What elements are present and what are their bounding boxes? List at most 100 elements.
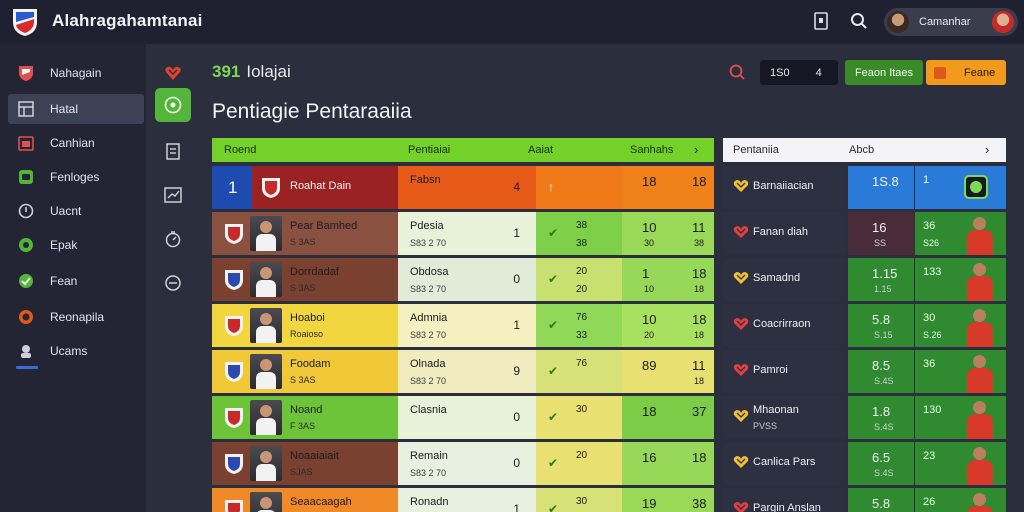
- table-row[interactable]: Noaaiaiait SJAS Remain S83 2 70 0 ✔ 20 1…: [212, 442, 714, 485]
- document-icon[interactable]: [155, 134, 191, 168]
- column-header[interactable]: Roend: [224, 144, 256, 156]
- player-odds-cell[interactable]: 133: [915, 258, 1006, 301]
- odds-cell[interactable]: 1.15 1.15: [848, 258, 914, 301]
- stat-value: 18: [642, 404, 657, 419]
- users-icon: [16, 341, 36, 361]
- sidebar-item-0[interactable]: Nahagain: [8, 58, 144, 88]
- player-photo: [250, 308, 282, 343]
- odds-cell[interactable]: 6.5 S.4S: [848, 442, 914, 485]
- counter-pill[interactable]: 1S0 4: [760, 60, 838, 85]
- search-icon[interactable]: [848, 10, 870, 32]
- club-badge-icon: [964, 175, 988, 199]
- filter-search-icon[interactable]: [727, 62, 747, 82]
- panel-row[interactable]: Samadnd 1.15 1.15 133: [723, 258, 1006, 301]
- team-cell: Fanan diah: [723, 212, 847, 255]
- form-value: 20: [576, 266, 588, 277]
- opponent-name: Clasnia: [410, 404, 447, 416]
- panel-column-header[interactable]: Pentaniia: [733, 144, 779, 156]
- sidebar-item-3[interactable]: Fenloges: [8, 162, 144, 192]
- form-value: 76: [576, 312, 588, 323]
- chevron-right-icon[interactable]: ›: [694, 142, 698, 157]
- section-label: Iolajai: [246, 62, 291, 81]
- athlete-photo: [961, 214, 1001, 255]
- player-odds-value: 130: [923, 404, 942, 416]
- odds-cell[interactable]: 5.8 S.15: [848, 304, 914, 347]
- odds-cell[interactable]: 16 SS: [848, 212, 914, 255]
- sidebar-item-2[interactable]: Canhian: [8, 128, 144, 158]
- sidebar: Nahagain Hatal Canhian Fenloges Uacnt Ep…: [0, 44, 146, 512]
- form-mark-icon: ✔: [548, 456, 559, 470]
- panel-column-header[interactable]: Abcb: [849, 144, 874, 156]
- odds-cell[interactable]: 5.8: [848, 488, 914, 512]
- panel-row[interactable]: Pamroi 8.5 S.4S 36: [723, 350, 1006, 393]
- gear-icon: [16, 235, 36, 255]
- team-cell: Coacrirraon: [723, 304, 847, 347]
- player-cell: Seaacaagah: [212, 488, 398, 512]
- column-header[interactable]: Pentiaiai: [408, 144, 450, 156]
- sidebar-item-8[interactable]: Ucams: [8, 336, 144, 366]
- table-row[interactable]: 1 Roahat Dain Fabsn 4 ↑ 18 18: [212, 166, 714, 209]
- player-odds-cell[interactable]: 130: [915, 396, 1006, 439]
- athlete-photo: [961, 352, 1001, 393]
- opponent-subtext: S83 2 70: [410, 376, 447, 386]
- player-photo: [250, 446, 282, 481]
- sidebar-item-1[interactable]: Hatal: [8, 94, 144, 124]
- player-odds-cell[interactable]: 36: [915, 350, 1006, 393]
- table-row[interactable]: Foodam S 3AS Olnada S83 2 70 9 ✔ 76 89 1…: [212, 350, 714, 393]
- stat-value: 38: [692, 496, 707, 511]
- panel-row[interactable]: Mhaonan PVSS 1.8 S.4S 130: [723, 396, 1006, 439]
- ball-icon[interactable]: [155, 88, 191, 122]
- odds-subvalue: S.4S: [874, 468, 894, 478]
- panel-row[interactable]: Canlica Pars 6.5 S.4S 23: [723, 442, 1006, 485]
- sidebar-item-6[interactable]: Fean: [8, 266, 144, 296]
- stat-subvalue: 18: [694, 284, 705, 294]
- player-odds-cell[interactable]: 26: [915, 488, 1006, 512]
- table-row[interactable]: Noand F 3AS Clasnia 0 ✔ 30 18 37: [212, 396, 714, 439]
- sidebar-divider: [16, 366, 38, 369]
- filter-button[interactable]: Feaon Itaes: [845, 60, 923, 85]
- player-odds-cell[interactable]: 1: [915, 166, 1006, 209]
- column-header[interactable]: Aaiat: [528, 144, 553, 156]
- table-row[interactable]: Seaacaagah Ronadn 1 ✔ 30 19 38: [212, 488, 714, 512]
- sidebar-item-5[interactable]: Epak: [8, 230, 144, 260]
- table-row[interactable]: Pear Bamhed S 3AS Pdesia S83 2 70 1 ✔ 38…: [212, 212, 714, 255]
- odds-subvalue: S.4S: [874, 376, 894, 386]
- panel-row[interactable]: Fanan diah 16 SS 36 S26: [723, 212, 1006, 255]
- circle-outline-icon[interactable]: [155, 266, 191, 300]
- column-header[interactable]: Sanhahs: [630, 144, 673, 156]
- form-cell: ✔ 76 33: [536, 304, 622, 347]
- player-odds-cell[interactable]: 30 S.26: [915, 304, 1006, 347]
- panel-row[interactable]: Barnaiiacian 1S.8 1: [723, 166, 1006, 209]
- odds-cell[interactable]: 8.5 S.4S: [848, 350, 914, 393]
- heart-icon[interactable]: [155, 56, 191, 90]
- form-value: 20: [576, 450, 588, 461]
- club-crest-icon: [225, 454, 243, 474]
- sidebar-item-4[interactable]: Uacnt: [8, 196, 144, 226]
- form-value: 76: [576, 358, 588, 369]
- opponent-name: Remain: [410, 450, 448, 462]
- chart-icon[interactable]: [155, 178, 191, 212]
- table-row[interactable]: Hoaboi Roaioso Admnia S83 2 70 1 ✔ 76 33…: [212, 304, 714, 347]
- odds-cell[interactable]: 1S.8: [848, 166, 914, 209]
- player-subtext: S 3AS: [290, 237, 316, 247]
- bookmark-icon[interactable]: [810, 10, 832, 32]
- panel-row[interactable]: Pargin Anslan 5.8 26: [723, 488, 1006, 512]
- player-odds-cell[interactable]: 23: [915, 442, 1006, 485]
- user-menu[interactable]: Camanhar: [884, 8, 1018, 36]
- form-mark-icon: ✔: [548, 364, 559, 378]
- panel-row[interactable]: Coacrirraon 5.8 S.15 30 S.26: [723, 304, 1006, 347]
- stats-cell: 19 38: [622, 488, 714, 512]
- opponent-cell: Ronadn 1: [398, 488, 536, 512]
- player-odds-cell[interactable]: 36 S26: [915, 212, 1006, 255]
- table-row[interactable]: Dorrdadaf S 3AS Obdosa S83 2 70 0 ✔ 20 2…: [212, 258, 714, 301]
- odds-cell[interactable]: 1.8 S.4S: [848, 396, 914, 439]
- chevron-right-icon[interactable]: ›: [985, 142, 989, 157]
- odds-value: 1S.8: [872, 174, 899, 189]
- feature-button[interactable]: Feane: [926, 60, 1006, 85]
- stopwatch-icon[interactable]: [155, 222, 191, 256]
- team-name: Barnaiiacian: [753, 180, 814, 192]
- sidebar-item-7[interactable]: Reonapila: [8, 302, 144, 332]
- player-cell: Dorrdadaf S 3AS: [212, 258, 398, 301]
- opponent-score: 9: [513, 364, 520, 378]
- player-name: Noaaiaiait: [290, 450, 339, 462]
